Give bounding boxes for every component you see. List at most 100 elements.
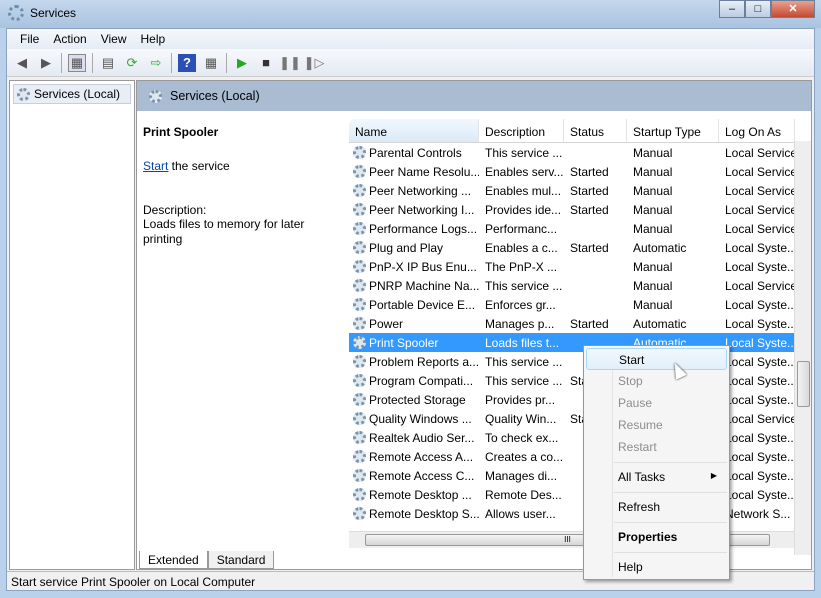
close-button[interactable]: ✕ (771, 0, 815, 18)
startup-type: Manual (633, 183, 673, 198)
table-row[interactable]: Plug and Play Enables a c... Started Automa… (349, 238, 811, 257)
menu-item-start[interactable]: Start (586, 348, 727, 370)
menu-view[interactable]: View (94, 29, 134, 49)
menu-file[interactable]: File (13, 29, 46, 49)
description: Provides ide... (485, 202, 562, 217)
menu-item-resume[interactable]: Resume (586, 414, 727, 436)
table-row[interactable]: PNRP Machine Na... This service ... Manual… (349, 276, 811, 295)
menu-item-all-tasks[interactable]: All Tasks ▶ (586, 466, 727, 488)
log-on-as: Network S... (725, 506, 791, 521)
gear-icon (353, 316, 366, 330)
restart-icon[interactable]: ❚▷ (304, 54, 325, 72)
table-row[interactable]: Parental Controls This service ... Manual L… (349, 143, 811, 162)
status: Started (570, 164, 609, 179)
tab-extended[interactable]: Extended (139, 551, 208, 569)
tree-node-services-local[interactable]: Services (Local) (13, 84, 131, 104)
log-on-as: Local Syste... (725, 240, 795, 255)
menu-item-properties[interactable]: Properties (586, 526, 727, 548)
title-bar: Services – □ ✕ (0, 0, 821, 28)
table-row[interactable]: Portable Device E... Enforces gr... Manual… (349, 295, 811, 314)
service-name: Plug and Play (369, 240, 444, 255)
gear-icon (353, 468, 366, 482)
export-icon[interactable]: ⇨ (147, 54, 165, 72)
menu-item-refresh[interactable]: Refresh (586, 496, 727, 518)
service-name: Realtek Audio Ser... (369, 430, 475, 445)
table-row[interactable]: Program Compati...This service ...Starte… (349, 371, 811, 390)
startup-type: Manual (633, 164, 673, 179)
start-service-link[interactable]: Start (143, 159, 168, 173)
table-row[interactable]: Peer Networking I... Provides ide... Start… (349, 200, 811, 219)
action-pane-icon[interactable]: ▦ (202, 54, 220, 72)
gear-icon (353, 183, 366, 197)
table-row[interactable]: Problem Reports a... This service ... Loca… (349, 352, 811, 371)
stop-icon[interactable]: ■ (257, 54, 275, 72)
log-on-as: Local Syste... (725, 259, 795, 274)
tab-standard[interactable]: Standard (207, 551, 275, 569)
gear-icon (353, 221, 366, 235)
service-name: Peer Networking I... (369, 202, 475, 217)
startup-type: Manual (633, 259, 673, 274)
table-row[interactable]: Remote Desktop S... Allows user... Network… (349, 504, 811, 523)
gear-icon (353, 449, 366, 463)
service-name: Peer Name Resolu... (369, 164, 479, 179)
gear-icon (353, 506, 366, 520)
service-name: Remote Desktop S... (369, 506, 479, 521)
properties-icon[interactable]: ▤ (99, 54, 117, 72)
show-hide-tree-icon[interactable]: ▦ (68, 53, 86, 72)
gear-icon (353, 373, 366, 387)
start-icon[interactable]: ▶ (233, 54, 251, 72)
gear-icon (353, 202, 366, 216)
menu-item-stop[interactable]: Stop (586, 370, 727, 392)
description: Quality Win... (485, 411, 557, 426)
forward-icon[interactable]: ▶ (37, 54, 55, 72)
refresh-icon[interactable]: ⟳ (123, 54, 141, 72)
description: Manages p... (485, 316, 555, 331)
table-row[interactable]: Remote Desktop ... Remote Des... Local Sys… (349, 485, 811, 504)
scroll-thumb[interactable] (797, 361, 810, 407)
gear-icon (149, 89, 162, 103)
pause-icon[interactable]: ❚❚ (279, 54, 301, 72)
menu-item-restart[interactable]: Restart (586, 436, 727, 458)
table-row[interactable]: Peer Networking ... Enables mul... Started… (349, 181, 811, 200)
table-row[interactable]: Power Manages p... Started Automatic Local S… (349, 314, 811, 333)
table-row[interactable]: Realtek Audio Ser... To check ex... Local … (349, 428, 811, 447)
table-row[interactable]: Quality Windows ...Quality Win...Started… (349, 409, 811, 428)
vertical-scrollbar[interactable] (794, 141, 811, 555)
column-status[interactable]: Status (564, 119, 627, 142)
table-row[interactable]: Remote Access A... Creates a co... Local S… (349, 447, 811, 466)
gear-icon (353, 145, 366, 159)
submenu-arrow-icon: ▶ (710, 471, 717, 480)
gear-icon (17, 87, 30, 101)
menu-action[interactable]: Action (46, 29, 93, 49)
details-pane: Print Spooler Start the service Descript… (143, 125, 343, 247)
table-row[interactable]: Performance Logs... Performanc... Manual Lo… (349, 219, 811, 238)
gear-icon (353, 259, 366, 273)
service-name: Remote Desktop ... (369, 487, 472, 502)
menu-item-pause[interactable]: Pause (586, 392, 727, 414)
service-name: Peer Networking ... (369, 183, 472, 198)
log-on-as: Local Syste... (725, 449, 795, 464)
back-icon[interactable]: ◀ (13, 54, 31, 72)
description: Performanc... (485, 221, 558, 236)
column-log-on-as[interactable]: Log On As (719, 119, 795, 142)
log-on-as: Local Syste... (725, 373, 795, 388)
column-name[interactable]: Name (349, 119, 479, 142)
table-row[interactable]: PnP-X IP Bus Enu... The PnP-X ... Manual Lo… (349, 257, 811, 276)
help-icon[interactable]: ? (178, 53, 196, 72)
table-row[interactable]: Print Spooler Loads files t... Automatic Lo… (349, 333, 811, 352)
table-row[interactable]: Peer Name Resolu... Enables serv... Starte… (349, 162, 811, 181)
table-row[interactable]: Protected Storage Provides pr... Local Sys… (349, 390, 811, 409)
menu-item-help[interactable]: Help (586, 556, 727, 578)
description: The PnP-X ... (485, 259, 558, 274)
column-description[interactable]: Description (479, 119, 564, 142)
service-name: Portable Device E... (369, 297, 476, 312)
description-label: Description: (143, 203, 207, 217)
startup-type: Manual (633, 145, 673, 160)
column-startup-type[interactable]: Startup Type (627, 119, 719, 142)
log-on-as: Local Syste... (725, 468, 795, 483)
services-list: Name Description Status Startup Type Log… (349, 119, 811, 531)
menu-help[interactable]: Help (134, 29, 173, 49)
minimize-button[interactable]: – (719, 0, 745, 18)
maximize-button[interactable]: □ (745, 0, 771, 18)
table-row[interactable]: Remote Access C... Manages di... Local Sys… (349, 466, 811, 485)
